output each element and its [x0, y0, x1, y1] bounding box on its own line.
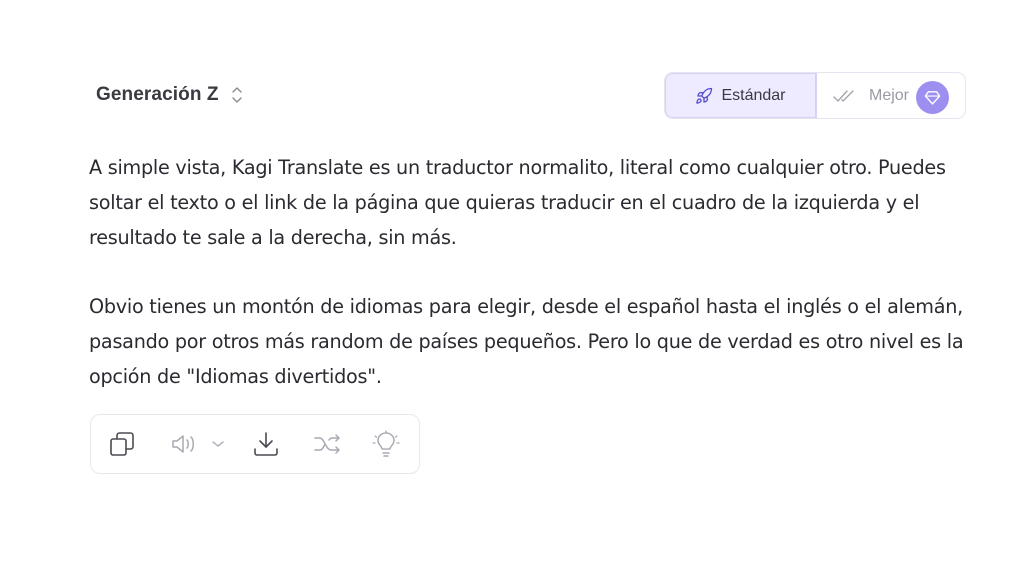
chevron-down-icon: [212, 441, 224, 447]
download-icon: [254, 432, 278, 456]
double-check-icon: [833, 89, 854, 102]
quality-mode-toggle: Estándar Mejor: [664, 72, 966, 119]
better-mode-label: Mejor: [869, 86, 910, 104]
output-toolbar: [90, 414, 420, 474]
translation-paragraph-1: A simple vista, Kagi Translate es un tra…: [89, 156, 946, 249]
shuffle-icon: [314, 434, 340, 454]
language-label: Generación Z: [96, 84, 219, 105]
copy-icon: [110, 432, 134, 456]
premium-badge: [916, 81, 949, 114]
speaker-icon: [172, 435, 194, 453]
translation-paragraph-2: Obvio tienes un montón de idiomas para e…: [89, 295, 964, 388]
download-button[interactable]: [251, 429, 281, 459]
language-selector[interactable]: Generación Z: [96, 84, 243, 106]
standard-mode-label: Estándar: [721, 86, 786, 104]
lightbulb-icon: [372, 430, 400, 457]
explain-button[interactable]: [371, 429, 401, 459]
speak-button[interactable]: [169, 429, 199, 459]
rocket-icon: [696, 87, 713, 104]
chevron-up-down-icon: [231, 87, 242, 103]
standard-mode-button[interactable]: Estándar: [665, 73, 817, 118]
voice-options-button[interactable]: [211, 429, 225, 459]
shuffle-button[interactable]: [313, 429, 343, 459]
translation-output: A simple vista, Kagi Translate es un tra…: [89, 150, 979, 428]
better-mode-button[interactable]: Mejor: [817, 73, 965, 118]
copy-button[interactable]: [107, 429, 137, 459]
gem-icon: [924, 91, 941, 105]
